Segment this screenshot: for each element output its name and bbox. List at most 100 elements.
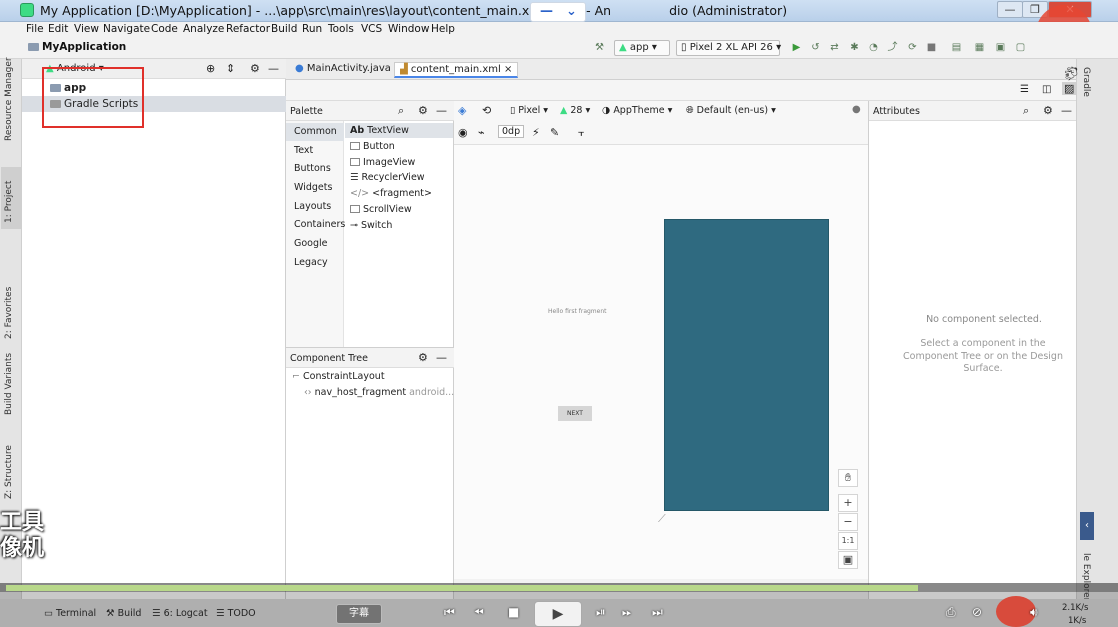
resize-handle-icon[interactable]: ⟋ <box>658 512 666 526</box>
code-view-icon[interactable]: ☰ <box>1020 84 1029 95</box>
settings-gear-icon[interactable]: ⚙ <box>250 62 260 75</box>
orientation-icon[interactable]: ⟲ <box>482 104 491 117</box>
menu-vcs[interactable]: VCS <box>361 23 382 35</box>
search-icon[interactable]: ⌕ <box>398 104 404 118</box>
apply-code-icon[interactable]: ⇄ <box>829 42 840 53</box>
run-icon[interactable]: ▶ <box>791 42 802 53</box>
avd-manager-icon[interactable]: ▣ <box>995 42 1006 53</box>
attributes-gear-icon[interactable]: ⚙ <box>1043 104 1053 117</box>
run-config-select[interactable]: ▲ app ▾ <box>614 40 670 56</box>
fast-forward-icon[interactable]: ⏩︎ <box>622 605 632 620</box>
resource-manager-tab[interactable]: Resource Manager <box>4 57 14 141</box>
tab-content-main[interactable]: ▟ content_main.xml × <box>394 62 519 78</box>
device-preview-select[interactable]: ▯ Pixel ▾ <box>510 105 548 116</box>
palette-cat-legacy[interactable]: Legacy <box>286 254 344 272</box>
menu-help[interactable]: Help <box>431 23 455 35</box>
attributes-search-icon[interactable]: ⌕ <box>1023 104 1029 118</box>
profile-icon[interactable]: ◔ <box>868 42 879 53</box>
tree-node-constraint-layout[interactable]: ⌐ ConstraintLayout <box>292 371 385 382</box>
build-variants-tab[interactable]: Build Variants <box>4 353 14 415</box>
guidelines-icon[interactable]: ⫟ <box>578 126 585 140</box>
autoconnect-icon[interactable]: ⌁ <box>478 126 485 139</box>
menu-navigate[interactable]: Navigate <box>103 23 150 35</box>
palette-cat-layouts[interactable]: Layouts <box>286 198 344 216</box>
overlay-chevron-icon[interactable]: ⌄ <box>566 4 577 19</box>
pan-tool-button[interactable]: ✋︎ <box>838 469 858 487</box>
palette-cat-text[interactable]: Text <box>286 142 344 160</box>
tree-node-nav-host[interactable]: ‹› nav_host_fragment android... <box>304 387 454 398</box>
component-tree-gear-icon[interactable]: ⚙ <box>418 351 428 364</box>
step-forward-icon[interactable]: ⏯︎ <box>596 605 606 620</box>
infer-constraints-icon[interactable]: ✎ <box>550 126 559 139</box>
zoom-reset-button[interactable]: 1:1 <box>838 532 858 550</box>
side-collapse-tab[interactable]: ‹ <box>1080 512 1094 540</box>
palette-item-switch[interactable]: ⊸ Switch <box>350 218 392 233</box>
palette-item-imageview[interactable]: ImageView <box>350 155 415 170</box>
attributes-hide-icon[interactable]: — <box>1061 104 1072 117</box>
menu-edit[interactable]: Edit <box>48 23 68 35</box>
locale-select[interactable]: 🌐︎ Default (en-us) ▾ <box>686 105 776 116</box>
screenshot-icon[interactable]: ⎙ <box>946 605 956 620</box>
device-file-icon[interactable]: ▢ <box>1015 42 1026 53</box>
apply-changes-icon[interactable]: ↺ <box>810 42 821 53</box>
zoom-in-button[interactable]: + <box>838 494 858 512</box>
menu-build[interactable]: Build <box>271 23 297 35</box>
tab-main-activity[interactable]: ● MainActivity.java × <box>290 62 407 75</box>
zoom-out-button[interactable]: − <box>838 513 858 531</box>
favorites-tab[interactable]: 2: Favorites <box>4 287 14 339</box>
component-tree-hide-icon[interactable]: — <box>436 351 447 364</box>
design-surface-icon[interactable]: ◈ <box>458 104 466 117</box>
stop-icon[interactable]: ■ <box>926 42 937 53</box>
palette-item-textview[interactable]: Ab TextView <box>350 123 409 138</box>
sync-icon[interactable]: ⟳ <box>907 42 918 53</box>
palette-cat-buttons[interactable]: Buttons <box>286 160 344 178</box>
device-select[interactable]: ▯ Pixel 2 XL API 26 ▾ <box>676 40 781 56</box>
palette-item-recyclerview[interactable]: ☰ RecyclerView <box>350 170 425 185</box>
palette-cat-containers[interactable]: Containers <box>286 216 345 234</box>
api-level-select[interactable]: ▲ 28 ▾ <box>560 105 590 116</box>
warning-icon[interactable]: ● <box>852 104 861 115</box>
debug-icon[interactable]: ✱ <box>849 42 860 53</box>
breadcrumb[interactable]: MyApplication <box>28 41 126 53</box>
palette-item-scrollview[interactable]: ScrollView <box>350 202 412 217</box>
locate-icon[interactable]: ⊕ <box>206 62 215 75</box>
volume-icon[interactable]: 🔊︎ <box>1030 605 1038 620</box>
palette-cat-common[interactable]: Common <box>286 123 344 141</box>
project-structure-icon[interactable]: ▤ <box>951 42 962 53</box>
menu-refactor[interactable]: Refactor <box>226 23 270 35</box>
stop-playback-icon[interactable]: ■ <box>508 605 519 619</box>
design-view-icon[interactable]: ▨ <box>1062 82 1077 95</box>
mute-icon[interactable]: ⊘ <box>972 605 982 619</box>
split-view-icon[interactable]: ◫ <box>1042 84 1051 95</box>
gradle-tab[interactable]: Gradle <box>1081 67 1091 97</box>
theme-select[interactable]: ◑ AppTheme ▾ <box>602 105 672 116</box>
show-blueprint-icon[interactable]: ◉ <box>458 126 468 139</box>
palette-cat-google[interactable]: Google <box>286 235 344 253</box>
next-button[interactable]: NEXT <box>558 406 592 421</box>
palette-item-fragment[interactable]: </> <fragment> <box>350 186 432 201</box>
structure-tab[interactable]: Z: Structure <box>4 445 14 499</box>
play-button[interactable]: ▶ <box>534 601 582 627</box>
zoom-fit-button[interactable]: ▣ <box>838 551 858 569</box>
hammer-icon[interactable]: ⚒ <box>594 42 605 53</box>
menu-view[interactable]: View <box>74 23 99 35</box>
palette-gear-icon[interactable]: ⚙ <box>418 104 428 117</box>
palette-item-button[interactable]: Button <box>350 139 395 154</box>
minimize-button[interactable]: — <box>997 1 1023 18</box>
skip-start-icon[interactable]: ⏮︎ <box>444 605 455 620</box>
overlay-popup[interactable]: — ⌄ <box>530 2 586 22</box>
menu-tools[interactable]: Tools <box>328 23 354 35</box>
menu-analyze[interactable]: Analyze <box>183 23 224 35</box>
skip-end-icon[interactable]: ⏭︎ <box>652 605 663 620</box>
default-margin-select[interactable]: 0dp <box>498 125 525 138</box>
menu-window[interactable]: Window <box>388 23 429 35</box>
clear-constraints-icon[interactable]: ⚡ <box>532 126 540 139</box>
palette-cat-widgets[interactable]: Widgets <box>286 179 344 197</box>
menu-code[interactable]: Code <box>151 23 178 35</box>
hide-panel-icon[interactable]: — <box>268 62 279 75</box>
hello-fragment-text[interactable]: Hello first fragment <box>548 308 607 315</box>
menu-file[interactable]: File <box>26 23 44 35</box>
overlay-minus-icon[interactable]: — <box>540 4 553 19</box>
collapse-icon[interactable]: ⇕ <box>226 62 235 75</box>
sdk-manager-icon[interactable]: ▦ <box>974 42 985 53</box>
